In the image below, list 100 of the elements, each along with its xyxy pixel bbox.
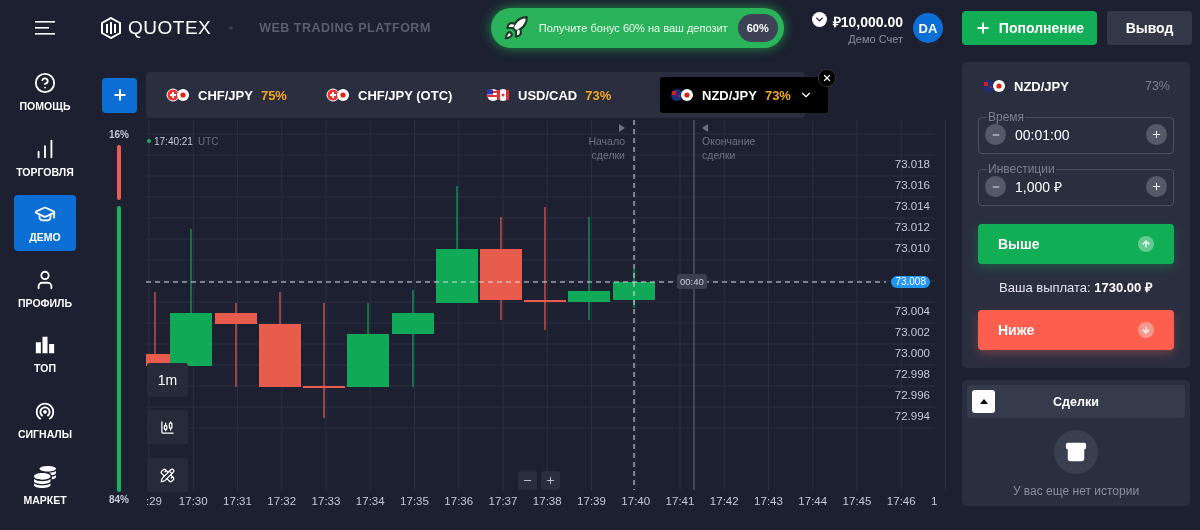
field-label: Время	[987, 110, 1026, 124]
asset-pair: USD/CAD	[518, 87, 578, 103]
time-axis-label: 17:37	[488, 495, 518, 507]
time-axis-label: 1	[931, 495, 938, 507]
deals-title: Сделки	[1052, 394, 1100, 409]
time-axis-label: 17:31	[223, 495, 252, 507]
sidebar-item[interactable]: МАРКЕТ	[14, 457, 76, 514]
flag-pair-icon	[326, 88, 350, 102]
sidebar-item[interactable]: ПРОФИЛЬ	[14, 260, 76, 317]
trade-end-label: Окончание сделки	[702, 134, 757, 162]
asset-payout: 75%	[260, 87, 287, 103]
sidebar-item[interactable]: СИГНАЛЫ	[14, 391, 76, 448]
flag-pair-icon	[670, 88, 694, 102]
pencil-ruler-icon	[160, 467, 175, 483]
price-axis-label: 72.994	[894, 411, 930, 423]
timeframe-button[interactable]: 1m	[147, 363, 188, 397]
logo-text: QUOTEX	[128, 17, 212, 39]
menu-icon[interactable]	[35, 21, 55, 35]
plus-icon	[974, 20, 991, 36]
live-dot	[147, 139, 151, 143]
asset-tab[interactable]: USD/CAD 73%	[478, 77, 624, 113]
empty-history-text: У вас еще нет истории	[1011, 484, 1141, 498]
bonus-text: Получите бонус 60% на ваш депозит	[538, 22, 728, 34]
decrease-button[interactable]	[985, 176, 1006, 197]
time-field[interactable]: Время 00:01:00	[978, 110, 1174, 154]
coins-icon	[34, 465, 56, 488]
drawing-tools-button[interactable]	[147, 458, 188, 492]
time-axis-label: 17:32	[267, 495, 297, 507]
sidebar-item[interactable]: ТОП	[14, 326, 76, 383]
sidebar-label: ПОМОЩЬ	[19, 100, 71, 112]
plus-icon	[545, 475, 556, 486]
trade-start-label: Начало сделки	[587, 134, 625, 162]
increase-button[interactable]	[1146, 124, 1167, 145]
chart-type-button[interactable]	[147, 410, 188, 444]
avatar[interactable]: DA	[913, 13, 943, 43]
help-icon	[34, 72, 56, 94]
close-tab-button[interactable]	[818, 69, 836, 87]
balance-amount: ₽10,000.00	[832, 12, 903, 31]
tagline: WEB TRADING PLATFORM	[259, 21, 431, 35]
price-axis-label: 73.004	[894, 306, 930, 318]
price-axis-label: 73.018	[894, 159, 930, 171]
triangle-right-icon	[619, 124, 625, 132]
time-axis-label: :29	[146, 495, 162, 507]
plus-icon	[1151, 129, 1162, 140]
time-axis-label: 17:43	[754, 495, 783, 507]
time-axis-label: 17:40	[621, 495, 651, 507]
plus-icon	[1151, 181, 1162, 192]
asset-tab[interactable]: CHF/JPY (OTC)	[318, 77, 464, 113]
decrease-button[interactable]	[985, 124, 1006, 145]
sidebar-label: ДЕМО	[29, 231, 61, 244]
sidebar-item[interactable]: ТОРГОВЛЯ	[14, 129, 76, 186]
sentiment-down-bar	[117, 145, 121, 200]
sidebar-item[interactable]: ПОМОЩЬ	[14, 64, 76, 120]
time-axis-label: 17:34	[355, 495, 385, 507]
bonus-banner[interactable]: Получите бонус 60% на ваш депозит 60%	[490, 8, 784, 48]
bonus-badge: 60%	[737, 14, 778, 42]
time-axis-label: 17:30	[178, 495, 208, 507]
increase-button[interactable]	[1146, 176, 1167, 197]
arrow-up-icon	[1138, 236, 1154, 252]
asset-tab[interactable]: NZD/JPY 73%	[660, 77, 828, 113]
flag-pair-icon	[486, 88, 510, 102]
price-axis-label: 73.000	[894, 348, 930, 360]
sidebar-label: ПРОФИЛЬ	[18, 296, 72, 309]
collapse-button[interactable]	[972, 390, 995, 413]
sidebar-label: СИГНАЛЫ	[18, 427, 72, 440]
sidebar-label: МАРКЕТ	[23, 493, 67, 506]
price-axis-label: 73.002	[894, 327, 930, 339]
flag-pair-icon	[166, 88, 190, 102]
candle	[613, 268, 655, 309]
time-axis-label: 17:38	[532, 495, 562, 507]
asset-tab[interactable]: CHF/JPY 75%	[158, 77, 304, 113]
price-axis-label: 73.010	[894, 243, 930, 255]
box-icon	[1065, 441, 1087, 463]
flag-pair-icon	[982, 79, 1006, 93]
time-axis-label: 17:35	[400, 495, 429, 507]
add-asset-button[interactable]	[102, 77, 137, 113]
chevron-down-icon[interactable]	[811, 11, 827, 27]
zoom-in-button[interactable]	[541, 471, 560, 490]
plus-icon	[111, 87, 128, 103]
sentiment-up-percent: 84%	[109, 494, 129, 505]
caret-up-icon	[979, 399, 988, 404]
candlestick-icon	[160, 419, 175, 435]
withdraw-button[interactable]: Вывод	[1107, 11, 1192, 45]
price-axis-label: 72.998	[894, 369, 930, 381]
price-axis-label: 73.012	[894, 222, 930, 234]
asset-pair: CHF/JPY (OTC)	[358, 87, 453, 103]
close-icon	[822, 73, 832, 83]
field-value: 1,000 ₽	[1015, 178, 1062, 196]
asset-pair: NZD/JPY	[1014, 78, 1069, 94]
time-axis-label: 17:36	[444, 495, 474, 507]
sidebar-item[interactable]: ДЕМО	[14, 195, 76, 252]
current-price-badge: 73.008	[891, 276, 930, 288]
price-axis-label: 72.996	[894, 390, 930, 402]
time-axis-label: 17:46	[886, 495, 916, 507]
sidebar-label: ТОП	[34, 362, 56, 375]
time-axis-label: 17:39	[577, 495, 606, 507]
asset-pair: CHF/JPY	[198, 87, 253, 103]
rocket-icon	[502, 15, 529, 41]
price-axis-label: 73.016	[894, 180, 930, 192]
investment-field[interactable]: Инвестиции 1,000 ₽	[978, 162, 1174, 206]
